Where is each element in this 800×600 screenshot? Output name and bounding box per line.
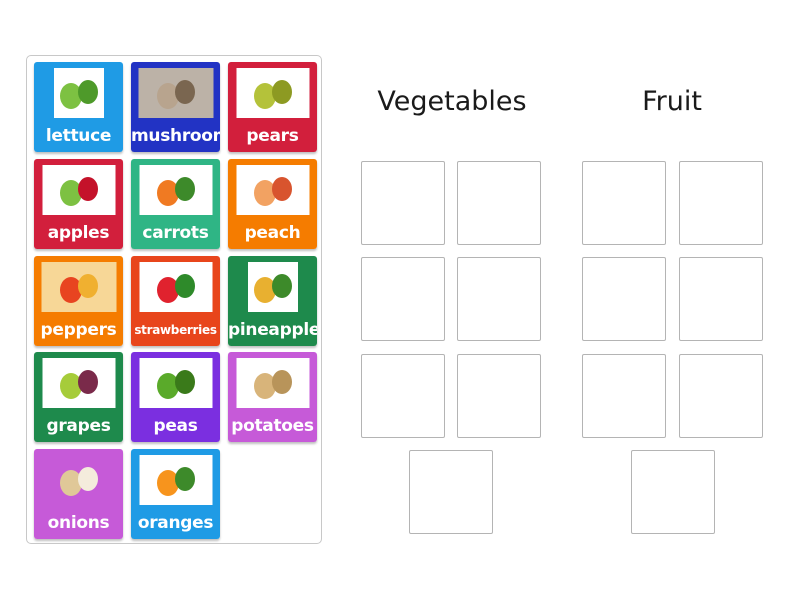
drop-slot-fruit-7[interactable] [631,450,715,534]
tile-label: potatoes [231,416,314,436]
drop-slot-fruit-2[interactable] [679,161,763,245]
oranges-icon [139,455,212,505]
drop-slot-vegetables-6[interactable] [457,354,541,438]
tile-peach[interactable]: peach [228,159,317,249]
drop-slot-vegetables-4[interactable] [457,257,541,341]
onions-icon [42,455,115,505]
tile-potatoes[interactable]: potatoes [228,352,317,442]
tile-label: lettuce [45,126,112,146]
drop-slot-vegetables-3[interactable] [361,257,445,341]
drop-slot-fruit-5[interactable] [582,354,666,438]
peach-icon [236,165,309,215]
tile-apples[interactable]: apples [34,159,123,249]
tile-lettuce[interactable]: lettuce [34,62,123,152]
tile-oranges[interactable]: oranges [131,449,220,539]
tile-grapes[interactable]: grapes [34,352,123,442]
tile-peas[interactable]: peas [131,352,220,442]
peppers-icon [41,262,116,312]
drop-slot-fruit-6[interactable] [679,354,763,438]
group-heading-fruit: Fruit [642,86,702,117]
peas-icon [139,358,212,408]
drop-slot-fruit-4[interactable] [679,257,763,341]
potatoes-icon [236,358,309,408]
grapes-icon [42,358,115,408]
drop-slot-vegetables-5[interactable] [361,354,445,438]
pears-icon [236,68,309,118]
tile-onions[interactable]: onions [34,449,123,539]
drop-slot-fruit-3[interactable] [582,257,666,341]
tile-mushrooms[interactable]: mushrooms [131,62,220,152]
tile-pears[interactable]: pears [228,62,317,152]
mushrooms-icon [138,68,213,118]
tile-label: carrots [142,223,209,243]
carrots-icon [139,165,212,215]
tile-label: pears [246,126,299,146]
drop-slot-vegetables-7[interactable] [409,450,493,534]
drop-slot-fruit-1[interactable] [582,161,666,245]
tile-peppers[interactable]: peppers [34,256,123,346]
tile-pineapple[interactable]: pineapple [228,256,317,346]
drop-slot-vegetables-2[interactable] [457,161,541,245]
tile-label: pineapple [228,320,317,340]
pineapple-icon [247,262,298,312]
group-heading-vegetables: Vegetables [377,86,527,117]
tile-label: strawberries [134,323,217,337]
tile-carrots[interactable]: carrots [131,159,220,249]
lettuce-icon [53,68,104,118]
tile-label: oranges [137,513,214,533]
tile-label: mushrooms [131,126,220,146]
tile-label: peach [244,223,301,243]
tile-label: onions [47,513,110,533]
tile-strawberries[interactable]: strawberries [131,256,220,346]
drop-slot-vegetables-1[interactable] [361,161,445,245]
tile-label: peppers [40,320,117,340]
tile-label: peas [153,416,198,436]
tile-label: apples [47,223,110,243]
tile-label: grapes [46,416,111,436]
apples-icon [42,165,115,215]
strawberries-icon [139,262,212,312]
